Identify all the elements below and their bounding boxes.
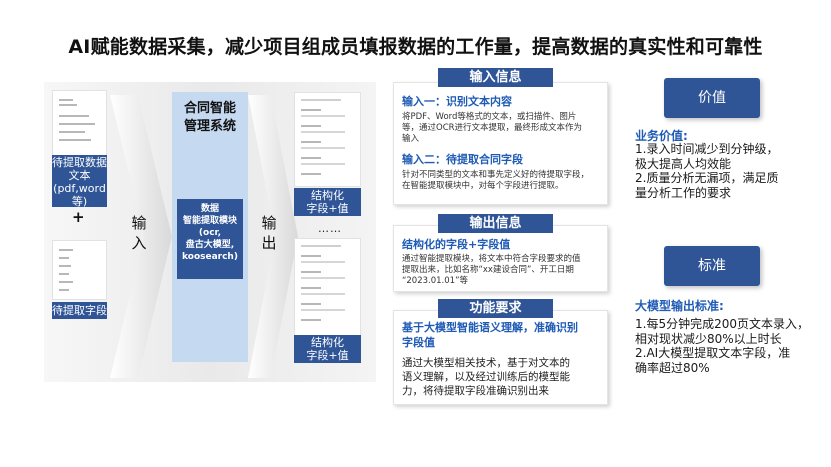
standard-lines: 1.每5分钟完成200页文本录入， 相对现状减少80%以上时长 2.AI大模型提… bbox=[635, 317, 809, 375]
fields-document-thumbnail bbox=[52, 240, 107, 300]
output-body: 通过智能提取模块，将文本中符合字段要求的值 提取出来，比如名称“xx建设合同”、… bbox=[402, 254, 581, 286]
input-info-heading: 输入信息 bbox=[438, 68, 553, 87]
func-req-card: 基于大模型智能语义理解，准确识别 字段值 通过大模型相关技术，基于对文本的 语义… bbox=[393, 310, 608, 405]
fields-label: 待提取字段 bbox=[52, 302, 107, 319]
value-lines: 1.录入时间减少到分钟级， 极大提高人均效能 2.质量分析无漏项，满足质 量分析… bbox=[635, 142, 779, 200]
func-req-sub-heading: 基于大模型智能语义理解，准确识别 字段值 bbox=[402, 321, 578, 349]
plus-sign: + bbox=[72, 208, 85, 226]
input-two-heading: 输入二：待提取合同字段 bbox=[402, 153, 523, 166]
ellipsis: …… bbox=[318, 222, 342, 235]
structured-output-label-1: 结构化 字段+值 bbox=[294, 188, 361, 216]
input-one-heading: 输入一：识别文本内容 bbox=[402, 95, 512, 108]
page-title: AI赋能数据采集，减少项目组成员填报数据的工作量，提高数据的真实性和可靠性 bbox=[68, 36, 763, 58]
output-arrow-text: 输 出 bbox=[261, 214, 277, 252]
output-screenshot-thumbnail-1 bbox=[294, 92, 361, 187]
input-one-body: 将PDF、Word等格式的文本，或扫描件、图片 等，通过OCR进行文本提取，最终… bbox=[402, 112, 583, 144]
output-info-card: 结构化的字段+字段值 通过智能提取模块，将文本中符合字段要求的值 提取出来，比如… bbox=[393, 225, 608, 292]
output-sub-heading: 结构化的字段+字段值 bbox=[402, 238, 511, 251]
structured-output-label-2: 结构化 字段+值 bbox=[294, 335, 361, 363]
source-document-label: 待提取数据 文本 (pdf,word 等) bbox=[52, 155, 107, 208]
value-pill: 价值 bbox=[664, 78, 760, 118]
input-info-card: 输入一：识别文本内容 将PDF、Word等格式的文本，或扫描件、图片 等，通过O… bbox=[393, 82, 608, 205]
extraction-module: 数据 智能提取模块 (ocr, 盘古大模型, koosearch) bbox=[177, 199, 243, 279]
input-two-body: 针对不同类型的文本和事先定义好的待提取字段， 在智能提取模块中，对每个字段进行提… bbox=[402, 170, 590, 191]
system-title: 合同智能 管理系统 bbox=[183, 101, 236, 134]
source-document-thumbnail bbox=[52, 90, 107, 160]
output-info-heading: 输出信息 bbox=[438, 214, 553, 233]
func-req-body: 通过大模型相关技术，基于对文本的 语义理解，以及经过训练后的模型能 力，将待提取… bbox=[402, 357, 570, 397]
input-arrow-text: 输 入 bbox=[131, 214, 147, 252]
standard-heading: 大模型输出标准: bbox=[635, 299, 724, 313]
func-req-heading: 功能要求 bbox=[438, 299, 553, 318]
output-screenshot-thumbnail-2 bbox=[294, 238, 361, 348]
standard-pill: 标准 bbox=[664, 246, 760, 286]
contract-system-block: 合同智能 管理系统 数据 智能提取模块 (ocr, 盘古大模型, koosear… bbox=[172, 92, 248, 362]
